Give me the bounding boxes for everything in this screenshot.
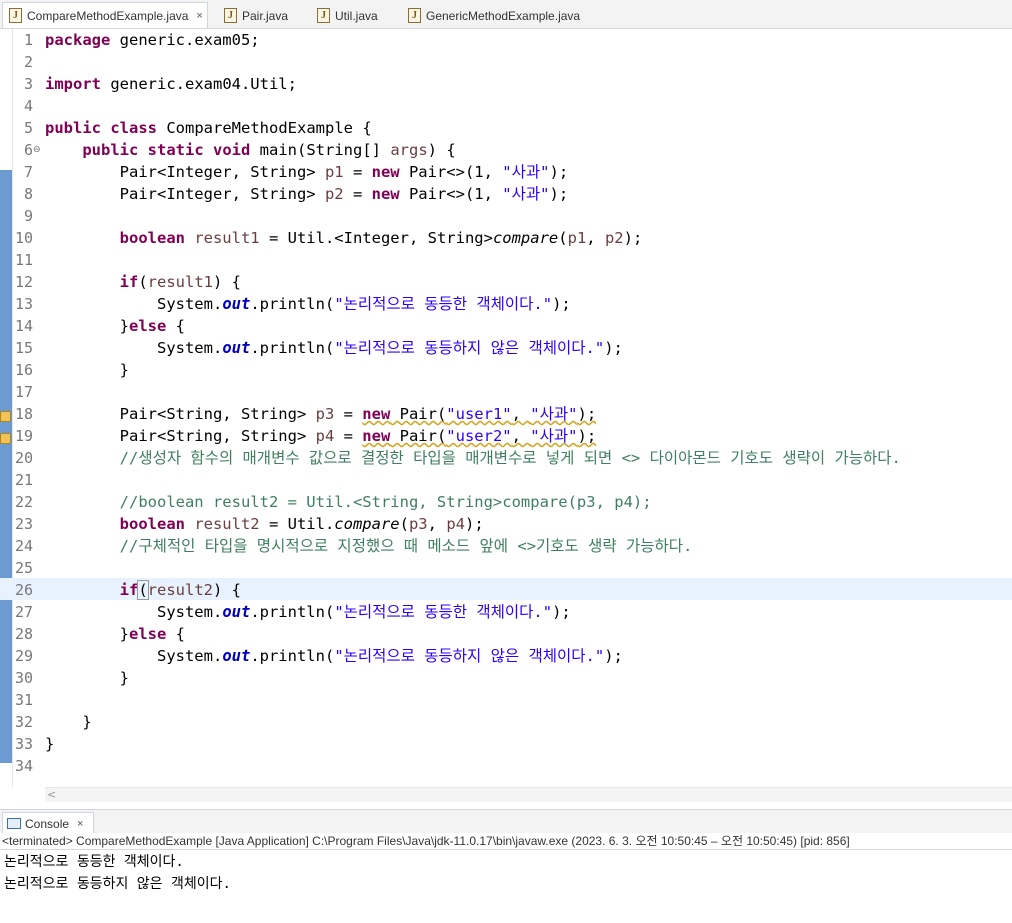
horizontal-scrollbar[interactable]: < bbox=[45, 787, 1012, 802]
line-number: 31 bbox=[14, 691, 33, 709]
console-icon bbox=[7, 818, 21, 829]
line-number: 14 bbox=[14, 317, 33, 335]
code-line-27: System.out.println("논리적으로 동등한 객체이다."); bbox=[156, 603, 571, 621]
code-line-24: //구체적인 타입을 명시적으로 지정했으 때 메소드 앞에 <>기호도 생략 … bbox=[119, 537, 693, 555]
warning-icon[interactable] bbox=[0, 433, 11, 444]
code-editor[interactable]: 1 2 3 4 5 6 7 8 9 10 11 12 13 14 15 16 1… bbox=[0, 29, 1012, 787]
close-icon[interactable]: × bbox=[196, 10, 202, 22]
tab-util-java[interactable]: J Util.java bbox=[311, 3, 395, 28]
console-status: <terminated> CompareMethodExample [Java … bbox=[0, 833, 1012, 850]
code-line-8: Pair<Integer, String> p2 = new Pair<>(1,… bbox=[119, 185, 569, 203]
console-output-line: 논리적으로 동등하지 않은 객체이다. bbox=[4, 876, 231, 892]
line-number: 34 bbox=[14, 757, 33, 775]
tab-label: GenericMethodExample.java bbox=[426, 8, 581, 23]
code-line-14: }else { bbox=[119, 317, 185, 335]
line-number: 10 bbox=[14, 229, 33, 247]
line-number: 1 bbox=[23, 31, 33, 49]
line-number: 18 bbox=[14, 405, 33, 423]
fold-collapse-icon[interactable]: ⊖ bbox=[33, 145, 41, 155]
code-line-3: import generic.exam04.Util; bbox=[45, 75, 297, 93]
code-line-29: System.out.println("논리적으로 동등하지 않은 객체이다."… bbox=[156, 647, 623, 665]
line-number: 23 bbox=[14, 515, 33, 533]
line-number: 7 bbox=[23, 163, 33, 181]
warning-icon[interactable] bbox=[0, 411, 11, 422]
code-line-1: package generic.exam05; bbox=[45, 31, 260, 49]
line-number: 4 bbox=[23, 97, 33, 115]
java-file-icon: J bbox=[317, 8, 330, 23]
code-line-7: Pair<Integer, String> p1 = new Pair<>(1,… bbox=[119, 163, 569, 181]
close-icon[interactable]: × bbox=[77, 818, 83, 830]
line-number: 20 bbox=[14, 449, 33, 467]
java-file-icon: J bbox=[408, 8, 421, 23]
line-number: 6 bbox=[23, 141, 33, 159]
java-file-icon: J bbox=[224, 8, 237, 23]
line-number: 28 bbox=[14, 625, 33, 643]
line-number: 21 bbox=[14, 471, 33, 489]
tab-label: Util.java bbox=[335, 8, 378, 23]
line-number: 33 bbox=[14, 735, 33, 753]
console-tab-bar: Console × bbox=[0, 809, 1012, 834]
tab-compare-method-example[interactable]: J CompareMethodExample.java × bbox=[2, 2, 208, 28]
line-number: 26 bbox=[14, 581, 33, 599]
tab-pair-java[interactable]: J Pair.java bbox=[218, 3, 302, 28]
line-number: 27 bbox=[14, 603, 33, 621]
code-line-22: //boolean result2 = Util.<String, String… bbox=[119, 493, 652, 511]
editor-tab-bar: J CompareMethodExample.java × J Pair.jav… bbox=[0, 0, 1012, 29]
line-number: 32 bbox=[14, 713, 33, 731]
code-line-28: }else { bbox=[119, 625, 185, 643]
code-line-30: } bbox=[119, 669, 129, 687]
line-number: 13 bbox=[14, 295, 33, 313]
line-number: 16 bbox=[14, 361, 33, 379]
java-file-icon: J bbox=[9, 8, 22, 23]
code-line-13: System.out.println("논리적으로 동등한 객체이다."); bbox=[156, 295, 571, 313]
code-line-33: } bbox=[45, 735, 55, 753]
code-line-20: //생성자 함수의 매개변수 값으로 결정한 타입을 매개변수로 넣게 되면 <… bbox=[119, 449, 901, 467]
change-ruler bbox=[0, 170, 12, 763]
line-number: 9 bbox=[23, 207, 33, 225]
code-line-6: public static void main(String[] args) { bbox=[82, 141, 456, 159]
line-number: 24 bbox=[14, 537, 33, 555]
code-line-5: public class CompareMethodExample { bbox=[45, 119, 372, 137]
code-line-16: } bbox=[119, 361, 129, 379]
console-output-line: 논리적으로 동등한 객체이다. bbox=[4, 854, 184, 870]
tab-generic-method-example[interactable]: J GenericMethodExample.java bbox=[402, 3, 602, 28]
scroll-left-icon[interactable]: < bbox=[47, 788, 56, 801]
line-number: 3 bbox=[23, 75, 33, 93]
tab-label: CompareMethodExample.java bbox=[27, 8, 189, 23]
tab-console[interactable]: Console × bbox=[2, 812, 94, 834]
line-number: 25 bbox=[14, 559, 33, 577]
code-line-23: boolean result2 = Util.compare(p3, p4); bbox=[119, 515, 484, 533]
line-number: 12 bbox=[14, 273, 33, 291]
line-number: 11 bbox=[14, 251, 33, 269]
code-line-15: System.out.println("논리적으로 동등하지 않은 객체이다."… bbox=[156, 339, 623, 357]
line-number: 15 bbox=[14, 339, 33, 357]
code-line-12: if(result1) { bbox=[119, 273, 241, 291]
line-number: 2 bbox=[23, 53, 33, 71]
code-line-19: Pair<String, String> p4 = new Pair("user… bbox=[119, 427, 597, 445]
code-line-10: boolean result1 = Util.<Integer, String>… bbox=[119, 229, 643, 247]
line-number: 5 bbox=[23, 119, 33, 137]
line-number: 29 bbox=[14, 647, 33, 665]
code-line-18: Pair<String, String> p3 = new Pair("user… bbox=[119, 405, 597, 423]
line-number: 17 bbox=[14, 383, 33, 401]
line-number: 30 bbox=[14, 669, 33, 687]
code-line-26: if(result2) { bbox=[119, 580, 241, 600]
line-number: 19 bbox=[14, 427, 33, 445]
line-number: 22 bbox=[14, 493, 33, 511]
tab-label: Pair.java bbox=[242, 8, 289, 23]
code-line-32: } bbox=[82, 713, 92, 731]
line-number: 8 bbox=[23, 185, 33, 203]
console-tab-label: Console bbox=[25, 816, 70, 831]
